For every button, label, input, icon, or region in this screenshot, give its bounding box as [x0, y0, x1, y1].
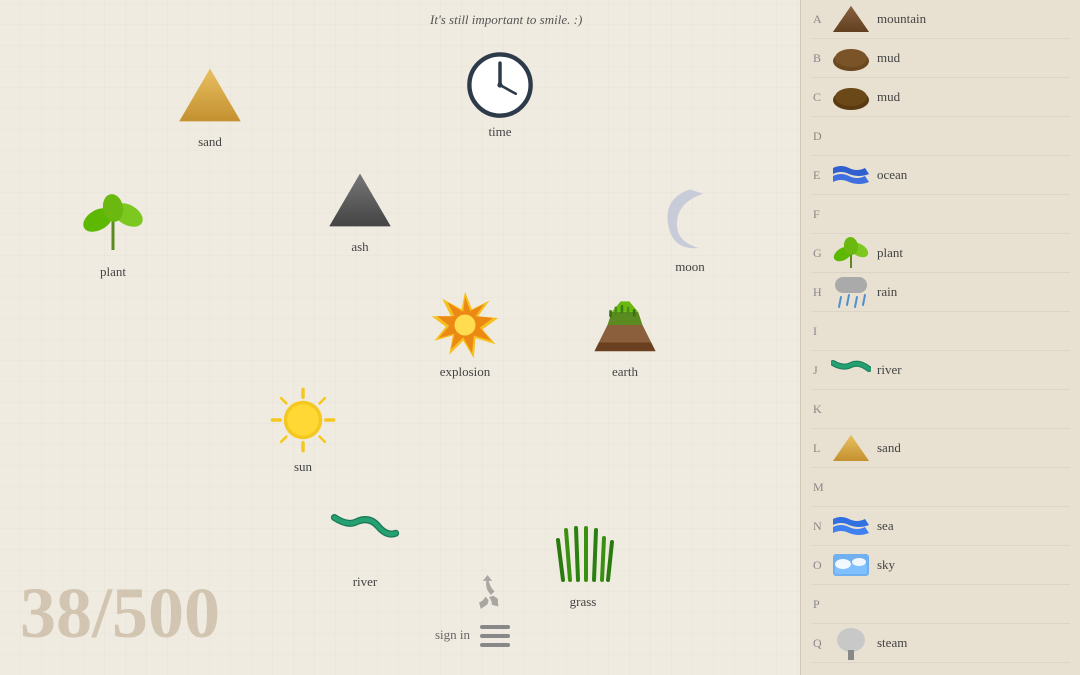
- sea-sidebar-icon: [831, 511, 871, 541]
- plant-icon: [78, 190, 148, 260]
- steam-label: steam: [877, 635, 907, 651]
- sidebar-item-p[interactable]: P: [811, 585, 1070, 624]
- mountain-sidebar-icon: [831, 4, 871, 34]
- item-sand[interactable]: sand: [175, 60, 245, 150]
- mud2-label: mud: [877, 89, 900, 105]
- sea-label: sea: [877, 518, 894, 534]
- sidebar-item-river[interactable]: J river: [811, 351, 1070, 390]
- mud-sidebar-icon: [831, 43, 871, 73]
- item-earth[interactable]: earth: [590, 290, 660, 380]
- river-canvas-icon: [330, 500, 400, 570]
- moon-icon: [655, 185, 725, 255]
- menu-line-2: [480, 634, 510, 638]
- ocean-label: ocean: [877, 167, 907, 183]
- item-moon[interactable]: moon: [655, 185, 725, 275]
- sand-label: sand: [198, 134, 222, 150]
- sun-label: sun: [294, 459, 312, 475]
- menu-line-3: [480, 643, 510, 647]
- mud-label: mud: [877, 50, 900, 66]
- steam-sidebar-icon: [831, 628, 871, 658]
- sidebar-item-d[interactable]: D: [811, 117, 1070, 156]
- rain-label: rain: [877, 284, 897, 300]
- earth-label: earth: [612, 364, 638, 380]
- item-plant[interactable]: plant: [78, 190, 148, 280]
- sidebar-item-r[interactable]: R: [811, 663, 1070, 675]
- sidebar-item-f[interactable]: F: [811, 195, 1070, 234]
- item-explosion[interactable]: explosion: [430, 290, 500, 380]
- sun-icon: [268, 385, 338, 455]
- sand-sidebar-icon: [831, 433, 871, 463]
- mud2-sidebar-icon: [831, 82, 871, 112]
- river-sidebar-label: river: [877, 362, 902, 378]
- sidebar-item-i[interactable]: I: [811, 312, 1070, 351]
- sky-sidebar-icon: [831, 550, 871, 580]
- grass-icon: [548, 520, 618, 590]
- river-sidebar-icon: [831, 355, 871, 385]
- moon-label: moon: [675, 259, 705, 275]
- explosion-icon: [430, 290, 500, 360]
- sidebar-item-rain[interactable]: H rain: [811, 273, 1070, 312]
- ash-icon: [325, 165, 395, 235]
- plant-sidebar-label: plant: [877, 245, 903, 261]
- sidebar: A mountain B mud C mud: [800, 0, 1080, 675]
- sidebar-item-mud[interactable]: B mud: [811, 39, 1070, 78]
- item-time[interactable]: time: [465, 50, 535, 140]
- rain-sidebar-icon: [831, 277, 871, 307]
- plant-sidebar-icon: [831, 238, 871, 268]
- sidebar-item-sea[interactable]: N sea: [811, 507, 1070, 546]
- grass-label: grass: [570, 594, 597, 610]
- mountain-label: mountain: [877, 11, 926, 27]
- recycle-icon[interactable]: [470, 575, 505, 615]
- item-sun[interactable]: sun: [268, 385, 338, 475]
- item-river[interactable]: river: [330, 500, 400, 590]
- sign-in-text[interactable]: sign in: [435, 627, 470, 643]
- earth-icon: [590, 290, 660, 360]
- plant-label: plant: [100, 264, 126, 280]
- sidebar-item-k[interactable]: K: [811, 390, 1070, 429]
- sidebar-item-ocean[interactable]: E ocean: [811, 156, 1070, 195]
- sidebar-item-plant[interactable]: G plant: [811, 234, 1070, 273]
- sidebar-item-c[interactable]: C mud: [811, 78, 1070, 117]
- sidebar-item-mountain[interactable]: A mountain: [811, 0, 1070, 39]
- time-icon: [465, 50, 535, 120]
- time-label: time: [488, 124, 511, 140]
- sidebar-item-sand[interactable]: L sand: [811, 429, 1070, 468]
- sand-sidebar-label: sand: [877, 440, 901, 456]
- sidebar-item-sky[interactable]: O sky: [811, 546, 1070, 585]
- menu-button[interactable]: [480, 625, 510, 647]
- ocean-sidebar-icon: [831, 160, 871, 190]
- ash-label: ash: [351, 239, 368, 255]
- main-canvas: It's still important to smile. :) sand: [0, 0, 800, 675]
- item-grass[interactable]: grass: [548, 520, 618, 610]
- progress-counter: 38/500: [20, 572, 220, 655]
- sidebar-item-steam[interactable]: Q steam: [811, 624, 1070, 663]
- river-label: river: [353, 574, 378, 590]
- sand-icon: [175, 60, 245, 130]
- menu-line-1: [480, 625, 510, 629]
- top-message: It's still important to smile. :): [430, 12, 582, 28]
- sidebar-item-m[interactable]: M: [811, 468, 1070, 507]
- explosion-label: explosion: [440, 364, 491, 380]
- item-ash[interactable]: ash: [325, 165, 395, 255]
- sky-label: sky: [877, 557, 895, 573]
